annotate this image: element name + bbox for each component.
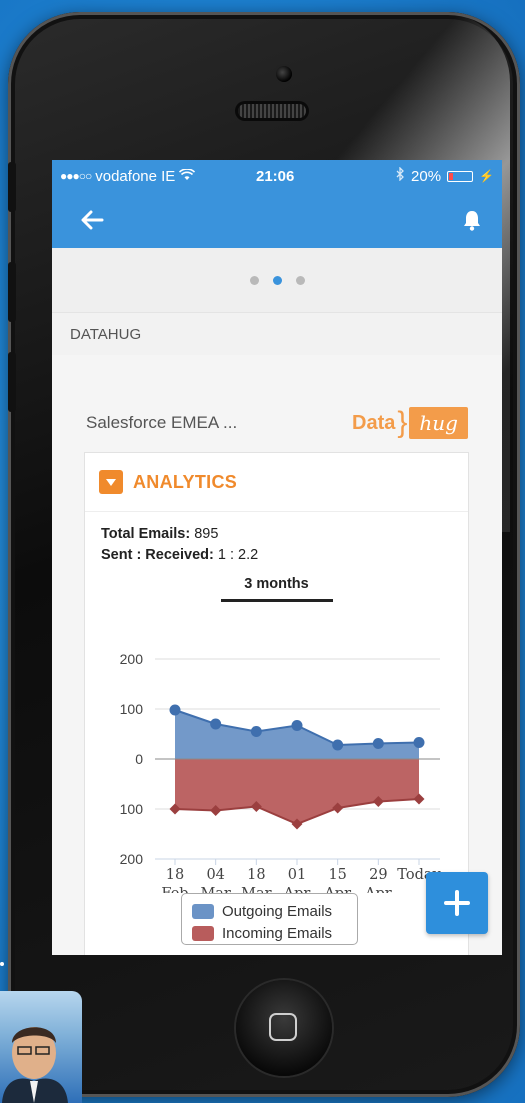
carrier-name: vodafone IE xyxy=(95,167,176,185)
point-outgoing xyxy=(413,737,425,748)
sent-received-label: Sent : Received: xyxy=(101,547,214,563)
point-outgoing xyxy=(291,720,303,731)
webcam-overlay xyxy=(0,991,82,1103)
home-button-square-icon xyxy=(269,1013,297,1041)
x-tick-label: Mar xyxy=(241,886,271,893)
company-name[interactable]: Salesforce EMEA ... xyxy=(86,413,237,433)
status-bar: ●●●○○ vodafone IE 21:06 20% ⚡ xyxy=(52,160,502,192)
total-emails-row: Total Emails: 895 xyxy=(101,524,452,545)
x-tick-label: Feb xyxy=(161,886,188,893)
x-tick-label: 04 xyxy=(206,867,224,883)
page-dot-active[interactable] xyxy=(272,275,282,285)
area-incoming xyxy=(175,759,419,824)
charging-bolt-icon: ⚡ xyxy=(479,169,494,183)
volume-up-button xyxy=(8,262,16,322)
x-tick-label: 18 xyxy=(247,867,265,883)
analytics-header[interactable]: ANALYTICS xyxy=(85,453,468,512)
sent-received-row: Sent : Received: 1 : 2.2 xyxy=(101,545,452,566)
signal-strength-icon: ●●●○○ xyxy=(60,169,92,183)
legend-swatch-outgoing xyxy=(192,903,214,919)
total-emails-value: 895 xyxy=(194,526,219,542)
battery-level-fill xyxy=(449,172,454,180)
logo-text-hug: hug xyxy=(409,407,468,439)
tab-3-months[interactable]: 3 months xyxy=(85,576,468,602)
active-tab-underline xyxy=(220,599,333,602)
bell-icon[interactable] xyxy=(462,209,482,231)
person-avatar xyxy=(2,1027,68,1103)
earpiece-speaker xyxy=(238,104,306,118)
legend-item-incoming[interactable]: Incoming Emails xyxy=(192,922,357,944)
point-outgoing xyxy=(250,726,262,737)
battery-icon xyxy=(447,170,474,182)
analytics-card: ANALYTICS Total Emails: 895 Sent : Recei… xyxy=(84,452,469,955)
mute-switch xyxy=(8,162,16,212)
wifi-icon xyxy=(179,167,196,185)
legend-item-outgoing[interactable]: Outgoing Emails xyxy=(192,900,357,922)
edge-marker xyxy=(0,962,4,966)
x-tick-label: 01 xyxy=(288,867,306,883)
clock: 21:06 xyxy=(256,167,295,185)
x-tick-label: Apr xyxy=(283,886,311,893)
y-tick-label: 200 xyxy=(120,851,144,867)
section-label: DATAHUG xyxy=(52,312,502,356)
analytics-title: ANALYTICS xyxy=(133,471,238,492)
y-tick-label: 100 xyxy=(120,701,144,717)
add-button[interactable] xyxy=(426,872,488,934)
home-button[interactable] xyxy=(236,980,332,1076)
y-tick-label: 0 xyxy=(135,751,143,767)
area-outgoing xyxy=(175,710,419,759)
x-tick-label: 18 xyxy=(166,867,184,883)
point-outgoing xyxy=(169,704,181,716)
plus-icon xyxy=(444,890,470,916)
legend-label-incoming: Incoming Emails xyxy=(222,924,333,942)
x-tick-label: 15 xyxy=(328,867,346,883)
bluetooth-icon xyxy=(396,166,405,185)
page-dot[interactable] xyxy=(249,275,259,285)
front-camera xyxy=(276,66,292,82)
company-row: Salesforce EMEA ... Data } hug xyxy=(86,403,468,443)
tab-3-months-label: 3 months xyxy=(244,576,309,592)
total-emails-label: Total Emails: xyxy=(101,526,191,542)
page-indicator xyxy=(52,248,502,312)
x-tick-label: 29 xyxy=(369,867,387,883)
chart-legend: Outgoing Emails Incoming Emails xyxy=(181,893,358,945)
point-outgoing xyxy=(332,739,344,751)
content-area: Salesforce EMEA ... Data } hug ANALYTICS… xyxy=(52,355,502,955)
legend-label-outgoing: Outgoing Emails xyxy=(222,902,333,920)
x-tick-label: Mar xyxy=(200,886,230,893)
volume-down-button xyxy=(8,352,16,412)
point-outgoing xyxy=(210,718,222,730)
top-navbar xyxy=(52,192,502,248)
app-screen: ●●●○○ vodafone IE 21:06 20% ⚡ DATAHUG Sa… xyxy=(52,160,502,955)
email-area-chart: 200 100 0 100 200 18 Feb 04 Mar 18 Mar 01 Apr 15 Apr 29… xyxy=(120,651,442,893)
point-outgoing xyxy=(372,738,384,749)
y-tick-label: 200 xyxy=(120,651,144,667)
legend-swatch-incoming xyxy=(192,925,214,941)
chevron-down-icon[interactable] xyxy=(99,470,123,494)
logo-brace-icon: } xyxy=(397,406,408,439)
page-dot[interactable] xyxy=(295,275,305,285)
x-tick-label: Apr xyxy=(364,886,392,893)
battery-percent: 20% xyxy=(411,167,442,185)
y-tick-label: 100 xyxy=(120,801,144,817)
sent-received-value: 1 : 2.2 xyxy=(217,547,259,563)
x-tick-label: Apr xyxy=(323,886,351,893)
logo-text-data: Data xyxy=(352,411,396,434)
email-stats: Total Emails: 895 Sent : Received: 1 : 2… xyxy=(85,512,468,566)
back-arrow-icon[interactable] xyxy=(80,210,104,230)
datahug-logo: Data } hug xyxy=(352,407,468,439)
